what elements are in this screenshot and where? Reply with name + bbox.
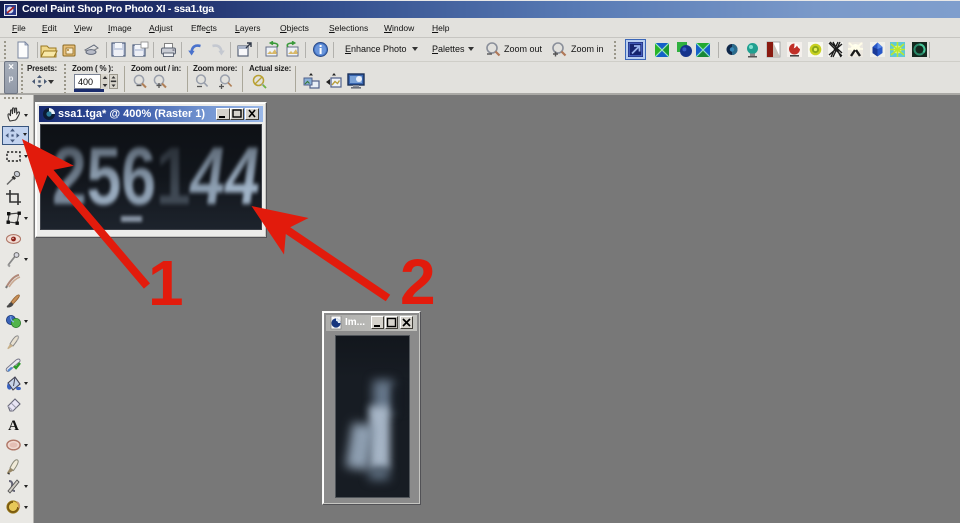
svg-text:1: 1 <box>148 247 184 319</box>
svg-text:2: 2 <box>400 246 436 318</box>
